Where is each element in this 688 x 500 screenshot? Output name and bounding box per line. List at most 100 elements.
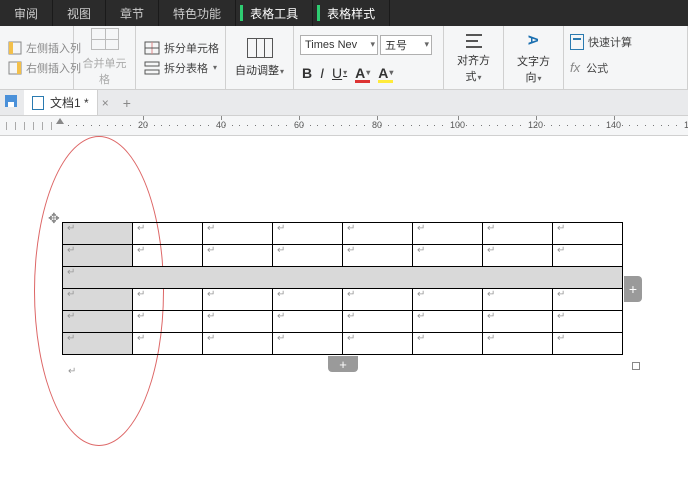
chevron-down-icon: ▾ — [370, 39, 375, 50]
merge-cells-label: 合并单元格 — [83, 58, 127, 86]
document-tab[interactable]: 文档1 * — [24, 90, 98, 115]
table-cell[interactable]: ↵ — [483, 311, 553, 333]
table-cell[interactable]: ↵ — [553, 245, 623, 267]
table-cell[interactable]: ↵ — [133, 333, 203, 355]
text-direction-button[interactable]: A 文字方向▾ — [504, 26, 564, 89]
table-cell[interactable]: ↵ — [133, 311, 203, 333]
table-cell[interactable]: ↵ — [483, 333, 553, 355]
chevron-down-icon: ▾ — [477, 73, 481, 82]
chevron-down-icon: ▾ — [280, 67, 284, 76]
quick-calc-button[interactable]: 快速计算 — [570, 34, 681, 50]
table-cell[interactable]: ↵ — [273, 289, 343, 311]
table-cell[interactable]: ↵ — [63, 333, 133, 355]
tab-review[interactable]: 审阅 — [0, 0, 53, 26]
table-cell[interactable]: ↵ — [483, 289, 553, 311]
table-cell[interactable]: ↵ — [343, 333, 413, 355]
underline-button[interactable]: U▾ — [332, 65, 347, 81]
table-cell[interactable]: ↵ — [343, 245, 413, 267]
table-move-handle[interactable]: ✥ — [48, 210, 62, 224]
bold-button[interactable]: B — [302, 65, 312, 81]
ruler-tick: 160 — [684, 120, 688, 130]
tab-chapter[interactable]: 章节 — [106, 0, 159, 26]
table-cell[interactable]: ↵ — [343, 289, 413, 311]
table-cell[interactable]: ↵ — [203, 223, 273, 245]
close-tab-button[interactable]: × — [98, 96, 113, 110]
tab-special[interactable]: 特色功能 — [159, 0, 236, 26]
tab-table-style[interactable]: 表格样式 — [313, 0, 390, 26]
table-cell[interactable]: ↵ — [273, 245, 343, 267]
table-cell[interactable]: ↵ — [203, 311, 273, 333]
table-cell[interactable]: ↵ — [203, 289, 273, 311]
table-cell[interactable]: ↵ — [343, 311, 413, 333]
chevron-down-icon: ▾ — [366, 68, 370, 77]
new-tab-button[interactable]: + — [113, 95, 141, 111]
table-cell[interactable]: ↵ — [483, 245, 553, 267]
chevron-down-icon: ▾ — [389, 68, 393, 77]
table-cell[interactable]: ↵ — [553, 223, 623, 245]
split-table-button[interactable]: 拆分表格 ▾ — [144, 60, 217, 76]
split-cells-icon — [144, 40, 160, 56]
table-resize-handle[interactable] — [632, 362, 640, 370]
text-direction-label: 文字方向 — [517, 56, 550, 84]
merged-cell[interactable]: ↵ — [63, 267, 623, 289]
auto-adjust-button[interactable]: 自动调整▾ — [226, 26, 294, 89]
italic-button[interactable]: I — [320, 65, 324, 81]
document-canvas[interactable]: ✥ ↵ ↵ ↵ ↵ ↵ ↵ ↵ ↵ ↵ ↵ ↵ ↵ ↵ ↵ ↵ ↵ — [0, 136, 688, 500]
table-cell[interactable]: ↵ — [63, 289, 133, 311]
insert-left-column-button[interactable]: 左侧插入列 — [8, 40, 65, 56]
save-icon[interactable] — [4, 94, 18, 111]
font-name-value: Times Nev — [305, 39, 357, 51]
auto-adjust-label: 自动调整 — [235, 65, 279, 77]
split-cells-button[interactable]: 拆分单元格 — [144, 40, 217, 56]
tab-table-tools[interactable]: 表格工具 — [236, 0, 313, 26]
table-cell[interactable]: ↵ — [203, 245, 273, 267]
table-cell[interactable]: ↵ — [553, 333, 623, 355]
font-group: Times Nev ▾ 五号 ▾ B I U▾ A▾ A▾ — [294, 26, 444, 89]
table-cell[interactable]: ↵ — [63, 245, 133, 267]
merge-cells-button[interactable]: 合并单元格 — [74, 26, 136, 89]
align-label: 对齐方式 — [457, 55, 490, 83]
add-column-handle[interactable]: + — [624, 276, 642, 302]
table-cell[interactable]: ↵ — [413, 333, 483, 355]
table-cell[interactable]: ↵ — [273, 223, 343, 245]
table-cell[interactable]: ↵ — [63, 311, 133, 333]
table-cell[interactable]: ↵ — [553, 311, 623, 333]
text-direction-icon: A — [524, 31, 544, 51]
table-cell[interactable]: ↵ — [133, 223, 203, 245]
font-color-button[interactable]: A▾ — [355, 65, 370, 81]
table-cell[interactable]: ↵ — [133, 289, 203, 311]
table-cell[interactable]: ↵ — [483, 223, 553, 245]
table-cell[interactable]: ↵ — [413, 223, 483, 245]
merge-cells-icon — [91, 28, 119, 50]
table-cell[interactable]: ↵ — [133, 245, 203, 267]
formula-button[interactable]: fx 公式 — [570, 60, 681, 76]
table-cell[interactable]: ↵ — [273, 333, 343, 355]
insert-right-column-button[interactable]: 右侧插入列 — [8, 60, 65, 76]
document-table[interactable]: ↵ ↵ ↵ ↵ ↵ ↵ ↵ ↵ ↵ ↵ ↵ ↵ ↵ ↵ ↵ ↵ ↵ — [62, 222, 623, 355]
insert-column-group: 左侧插入列 右侧插入列 — [0, 26, 74, 89]
tab-view[interactable]: 视图 — [53, 0, 106, 26]
table-cell[interactable]: ↵ — [203, 333, 273, 355]
font-size-value: 五号 — [385, 37, 407, 53]
add-row-handle[interactable]: + — [328, 356, 358, 372]
table-cell[interactable]: ↵ — [343, 223, 413, 245]
table-cell[interactable]: ↵ — [413, 245, 483, 267]
insert-right-label: 右侧插入列 — [26, 60, 81, 76]
ribbon: 左侧插入列 右侧插入列 合并单元格 拆分单元格 拆分表格 ▾ — [0, 26, 688, 90]
table-cell[interactable]: ↵ — [553, 289, 623, 311]
split-table-icon — [144, 60, 160, 76]
first-line-indent-marker[interactable] — [56, 118, 64, 124]
font-name-select[interactable]: Times Nev ▾ — [300, 35, 378, 55]
highlight-button[interactable]: A▾ — [378, 65, 393, 81]
table-cell[interactable]: ↵ — [413, 311, 483, 333]
align-icon — [464, 32, 484, 50]
split-table-label: 拆分表格 — [164, 60, 208, 76]
table-cell[interactable]: ↵ — [413, 289, 483, 311]
table-cell[interactable]: ↵ — [63, 223, 133, 245]
insert-right-icon — [8, 60, 22, 76]
font-size-select[interactable]: 五号 ▾ — [380, 35, 432, 55]
horizontal-ruler[interactable]: 20406080100120140160 — [0, 116, 688, 136]
chevron-down-icon: ▾ — [537, 74, 541, 83]
align-button[interactable]: 对齐方式▾ — [444, 26, 504, 89]
table-cell[interactable]: ↵ — [273, 311, 343, 333]
